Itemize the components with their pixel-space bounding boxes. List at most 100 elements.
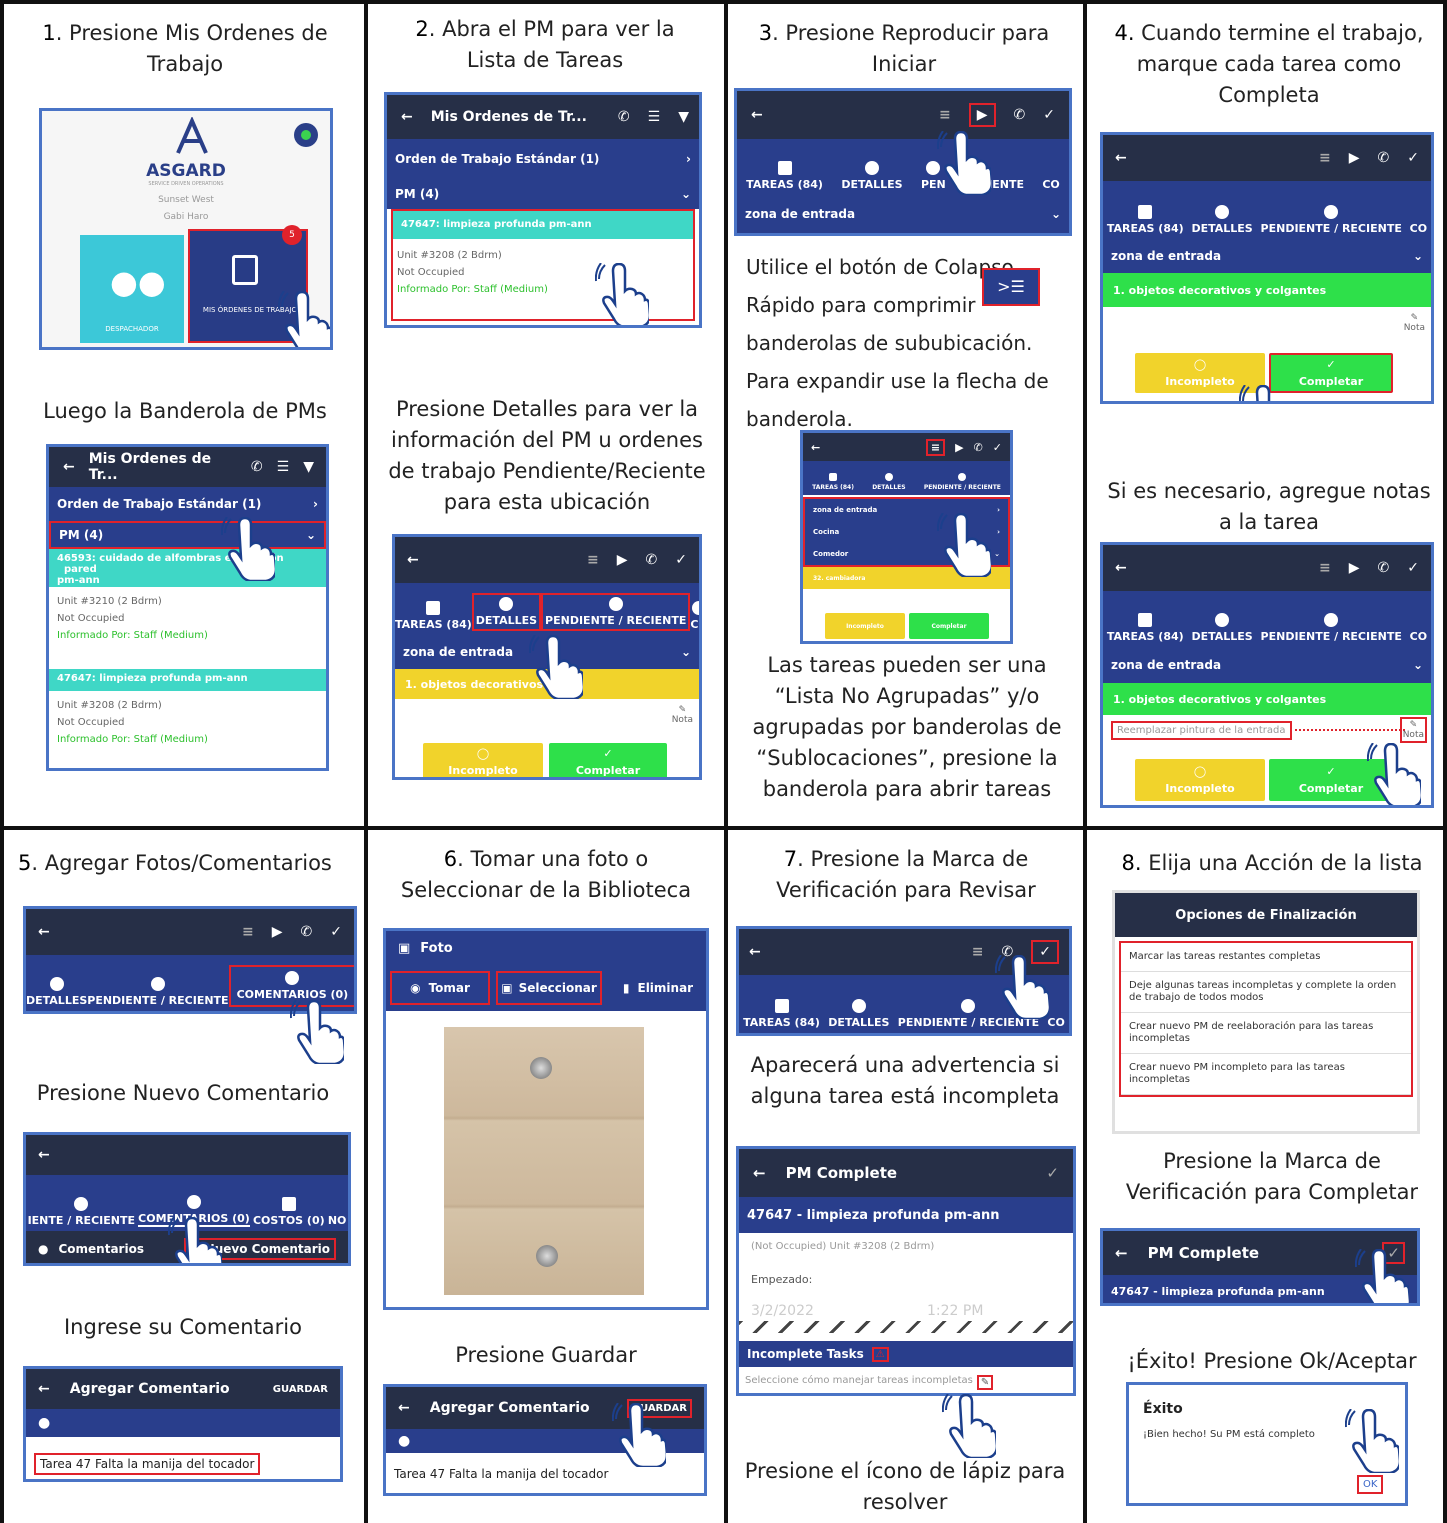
- task-row[interactable]: 1. objetos decorativos y colgantes: [1103, 273, 1431, 307]
- note-icon[interactable]: ✎ Nota: [1404, 313, 1425, 333]
- back-arrow-icon[interactable]: ←: [407, 552, 419, 568]
- collapse-icon[interactable]: ≡: [939, 107, 951, 123]
- work-order-row[interactable]: 47647: limpieza profunda pm-ann: [49, 669, 326, 691]
- phone-icon[interactable]: ✆: [301, 924, 313, 940]
- incomplete-button[interactable]: ◯ Incompleto: [1135, 759, 1265, 801]
- back-arrow-icon[interactable]: ←: [1115, 560, 1127, 576]
- check-icon[interactable]: ✓: [675, 552, 687, 568]
- tab-detalles[interactable]: DETALLES: [1191, 613, 1253, 643]
- play-icon[interactable]: ▶: [968, 103, 996, 127]
- take-photo-button[interactable]: ◉ Tomar: [390, 971, 490, 1005]
- tab-pendiente[interactable]: PENDIENTE / RECIENTE: [87, 977, 229, 1007]
- task-note-text[interactable]: Reemplazar pintura de la entrada: [1111, 721, 1292, 740]
- work-order-row[interactable]: 46593: cuidado de alfombras extracción p…: [49, 549, 326, 587]
- note-icon[interactable]: ✎ Nota: [1399, 717, 1427, 743]
- tab-detalles[interactable]: DETALLES: [828, 999, 889, 1029]
- incomplete-button[interactable]: ◯ Incompleto: [423, 743, 543, 777]
- check-icon[interactable]: ✓: [330, 924, 342, 940]
- clock-icon[interactable]: [294, 123, 318, 147]
- collapse-icon[interactable]: ≡: [587, 552, 599, 568]
- select-photo-button[interactable]: ▣ Seleccionar: [496, 971, 602, 1005]
- tab-tareas[interactable]: TAREAS (84): [746, 161, 823, 191]
- back-arrow-icon[interactable]: ←: [751, 107, 763, 123]
- back-arrow-icon[interactable]: ←: [1115, 1244, 1128, 1262]
- filter-icon[interactable]: ▼: [303, 459, 314, 475]
- tab-no[interactable]: NO: [328, 1197, 347, 1227]
- std-orders-banner[interactable]: Orden de Trabajo Estándar (1) ›: [49, 487, 326, 521]
- back-arrow-icon[interactable]: ←: [63, 459, 75, 475]
- collapse-icon[interactable]: ≡: [1319, 560, 1331, 576]
- phone-icon[interactable]: ✆: [1378, 560, 1390, 576]
- tab-tareas[interactable]: TAREAS (84): [395, 601, 472, 631]
- phone-icon[interactable]: ✆: [1378, 150, 1390, 166]
- delete-photo-button[interactable]: ▮ Eliminar: [608, 971, 706, 1005]
- back-arrow-icon[interactable]: ←: [401, 109, 413, 125]
- pm-banner[interactable]: PM (4) ⌄: [387, 179, 699, 209]
- completion-option[interactable]: Crear nuevo PM de reelaboración para las…: [1121, 1013, 1411, 1054]
- complete-button[interactable]: Completar: [909, 613, 989, 639]
- check-icon[interactable]: ✓: [1407, 560, 1419, 576]
- check-icon[interactable]: ✓: [1043, 107, 1055, 123]
- phone-icon[interactable]: ✆: [646, 552, 658, 568]
- collapse-icon[interactable]: ≡: [972, 944, 984, 960]
- phone-icon[interactable]: ✆: [1014, 107, 1026, 123]
- back-arrow-icon[interactable]: ←: [38, 924, 50, 940]
- sublocation-banner[interactable]: zona de entrada ⌄: [737, 195, 1069, 233]
- complete-button[interactable]: ✓ Completar: [549, 743, 667, 777]
- completion-option[interactable]: Deje algunas tareas incompletas y comple…: [1121, 972, 1411, 1013]
- list-icon[interactable]: ☰: [277, 459, 290, 475]
- task-row[interactable]: 1. objetos decorativos y colgantes: [1103, 683, 1431, 715]
- pencil-icon[interactable]: ✎: [976, 1375, 994, 1390]
- phone-icon[interactable]: ✆: [974, 441, 983, 454]
- tab-tareas[interactable]: TAREAS (84): [1107, 613, 1184, 643]
- back-arrow-icon[interactable]: ←: [811, 441, 820, 454]
- save-button[interactable]: GUARDAR: [273, 1384, 328, 1395]
- selected-work-order[interactable]: 47647: limpieza profunda pm-ann Unit #32…: [391, 209, 695, 321]
- tab-costos[interactable]: COSTOS (0): [253, 1197, 325, 1227]
- back-arrow-icon[interactable]: ←: [38, 1147, 50, 1163]
- play-icon[interactable]: ▶: [272, 924, 283, 940]
- tab-detalles[interactable]: DETALLES: [841, 161, 903, 191]
- play-icon[interactable]: ▶: [617, 552, 628, 568]
- check-icon[interactable]: ✓: [993, 441, 1002, 454]
- collapse-icon[interactable]: ≡: [925, 438, 946, 456]
- std-orders-banner[interactable]: Orden de Trabajo Estándar (1) ›: [387, 139, 699, 179]
- check-icon[interactable]: ✓: [1407, 150, 1419, 166]
- tab-detalles[interactable]: DETALLES: [1191, 205, 1253, 235]
- phone-icon[interactable]: ✆: [251, 459, 263, 475]
- collapse-icon[interactable]: ≡: [242, 924, 254, 940]
- tab-comentarios[interactable]: CO: [1042, 161, 1059, 191]
- back-arrow-icon[interactable]: ←: [1115, 150, 1127, 166]
- incomplete-button[interactable]: Incompleto: [825, 613, 905, 639]
- tab-tareas[interactable]: TAREAS (84): [1107, 205, 1184, 235]
- dispatcher-tile[interactable]: ●● DESPACHADOR: [80, 235, 184, 343]
- tab-pendiente[interactable]: PENDIENTE / RECIENTE: [541, 593, 691, 631]
- completion-option[interactable]: Marcar las tareas restantes completas: [1121, 943, 1411, 972]
- sublocation-banner[interactable]: zona de entrada ⌄: [1103, 239, 1431, 273]
- tab-comentarios[interactable]: CO: [1047, 999, 1064, 1029]
- tab-tareas[interactable]: TAREAS (84): [812, 473, 854, 491]
- play-icon[interactable]: ▶: [955, 441, 963, 454]
- tab-detalles[interactable]: DETALLES: [26, 977, 87, 1007]
- tab-comentarios[interactable]: CO: [1410, 613, 1427, 643]
- pm-banner[interactable]: PM (4) ⌄: [49, 521, 326, 549]
- play-icon[interactable]: ▶: [1349, 560, 1360, 576]
- tab-pendiente[interactable]: PENDIENTE / RECIENTE: [1261, 205, 1402, 235]
- phone-icon[interactable]: ✆: [618, 109, 630, 125]
- filter-icon[interactable]: ▼: [678, 109, 689, 125]
- back-arrow-icon[interactable]: ←: [749, 944, 761, 960]
- back-arrow-icon[interactable]: ←: [38, 1381, 50, 1397]
- tab-comentarios[interactable]: CO: [1410, 205, 1427, 235]
- tab-tareas[interactable]: TAREAS (84): [743, 999, 820, 1029]
- play-icon[interactable]: ▶: [1349, 150, 1360, 166]
- sublocation-banner[interactable]: zona de entrada ⌄: [1103, 647, 1431, 683]
- comment-input[interactable]: Tarea 47 Falta la manija del tocador: [34, 1453, 261, 1475]
- collapse-icon[interactable]: ≡: [1319, 150, 1331, 166]
- list-icon[interactable]: ☰: [648, 109, 661, 125]
- tab-detalles[interactable]: DETALLES: [471, 593, 542, 631]
- tab-pendiente[interactable]: PENDIENTE / RECIENTE: [1261, 613, 1402, 643]
- note-icon[interactable]: ✎ Nota: [672, 705, 693, 725]
- completion-option[interactable]: Crear nuevo PM incompleto para las tarea…: [1121, 1054, 1411, 1095]
- ok-button[interactable]: OK: [1357, 1475, 1384, 1494]
- tab-pendiente[interactable]: IENTE / RECIENTE: [28, 1197, 135, 1227]
